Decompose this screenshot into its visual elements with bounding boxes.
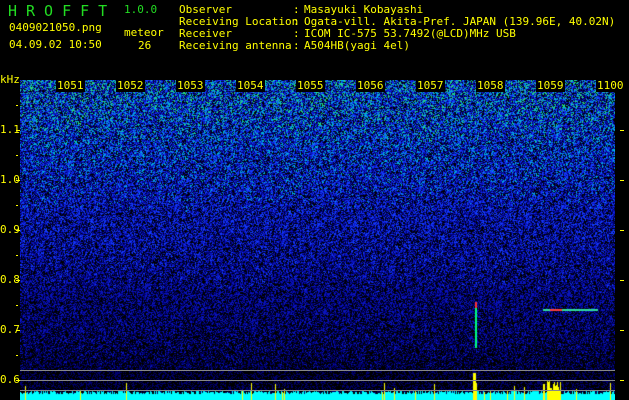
right-tick [620, 330, 624, 331]
y-tick [16, 130, 20, 131]
time-label: 1100 [596, 79, 625, 92]
guide-line [20, 380, 615, 381]
y-tick [16, 330, 20, 331]
y-tick [16, 230, 20, 231]
meteor-count: 26 [138, 39, 152, 52]
app-version: 1.0.0 [124, 3, 158, 16]
antenna-label: Receiving antenna [179, 39, 292, 52]
y-tick-minor [16, 355, 18, 356]
right-tick [620, 130, 624, 131]
spectrogram [20, 80, 615, 400]
y-axis-unit: kHz [0, 73, 20, 86]
guide-line [20, 370, 615, 371]
right-tick [620, 180, 624, 181]
right-tick [620, 280, 624, 281]
y-tick-minor [16, 205, 18, 206]
time-label: 1055 [296, 79, 325, 92]
y-tick [16, 380, 20, 381]
right-tick [620, 380, 624, 381]
time-label: 1054 [236, 79, 265, 92]
guide-line [20, 390, 615, 391]
date-time: 04.09.02 10:50 [9, 38, 102, 51]
time-label: 1052 [116, 79, 145, 92]
right-tick [620, 230, 624, 231]
antenna-value: A504HB(yagi 4el) [304, 39, 410, 52]
meteor-label: meteor [124, 26, 164, 39]
file-name: 0409021050.png [9, 21, 102, 34]
y-tick-minor [16, 155, 18, 156]
time-label: 1057 [416, 79, 445, 92]
time-label: 1059 [536, 79, 565, 92]
hrofft-window: HROFFT 1.0.0 0409021050.png meteor 04.09… [0, 0, 629, 400]
y-tick-minor [16, 105, 18, 106]
y-tick [16, 280, 20, 281]
time-label: 1053 [176, 79, 205, 92]
separator: : [293, 39, 300, 52]
time-label: 1051 [56, 79, 85, 92]
y-tick [16, 180, 20, 181]
y-tick-minor [16, 255, 18, 256]
time-label: 1058 [476, 79, 505, 92]
app-title: HROFFT [8, 2, 117, 20]
y-tick-minor [16, 305, 18, 306]
time-label: 1056 [356, 79, 385, 92]
